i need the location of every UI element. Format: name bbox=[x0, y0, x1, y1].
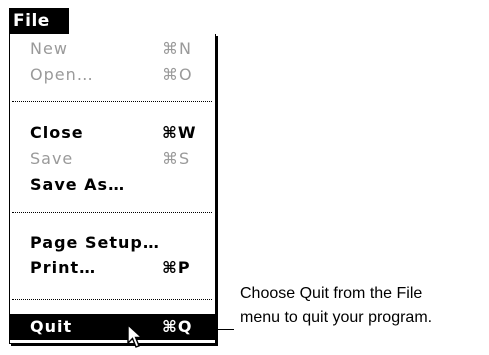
menu-item-label: Close bbox=[30, 123, 84, 142]
file-menu-title[interactable]: File bbox=[9, 8, 69, 34]
menu-item-quit[interactable]: Quit ⌘Q bbox=[10, 314, 215, 340]
menu-item-label: Save bbox=[30, 149, 74, 168]
menu-item-shortcut: ⌘O bbox=[162, 65, 193, 84]
arrow-pointer-icon bbox=[127, 324, 143, 348]
menu-item-shortcut: ⌘S bbox=[162, 149, 191, 168]
menu-item-page-setup[interactable]: Page Setup… bbox=[10, 230, 215, 256]
menu-item-open[interactable]: Open… ⌘O bbox=[10, 62, 215, 88]
menu-item-label: Save As… bbox=[30, 175, 126, 194]
menu-separator bbox=[12, 101, 212, 102]
menu-item-label: Quit bbox=[30, 317, 73, 336]
menu-item-close[interactable]: Close ⌘W bbox=[10, 120, 215, 146]
callout-leader-line bbox=[218, 329, 234, 330]
menu-item-save[interactable]: Save ⌘S bbox=[10, 146, 215, 172]
menu-item-shortcut: ⌘P bbox=[162, 258, 191, 277]
menu-item-shortcut: ⌘W bbox=[162, 123, 197, 142]
menu-item-label: Print… bbox=[30, 258, 97, 277]
file-menu-dropdown: New ⌘N Open… ⌘O Close ⌘W Save ⌘S Save As… bbox=[9, 34, 216, 344]
menu-item-shortcut: ⌘Q bbox=[162, 317, 193, 336]
menu-separator bbox=[12, 299, 212, 300]
menu-separator bbox=[12, 212, 212, 213]
menu-item-print[interactable]: Print… ⌘P bbox=[10, 255, 215, 281]
menu-item-label: Open… bbox=[30, 65, 94, 84]
callout-line-2: menu to quit your program. bbox=[240, 309, 433, 326]
callout-caption: Choose Quit from the File menu to quit y… bbox=[240, 282, 488, 330]
callout-line-1: Choose Quit from the File bbox=[240, 285, 423, 302]
menu-item-label: New bbox=[30, 39, 68, 58]
menu-item-label: Page Setup… bbox=[30, 233, 160, 252]
menu-item-save-as[interactable]: Save As… bbox=[10, 172, 215, 198]
menu-item-new[interactable]: New ⌘N bbox=[10, 36, 215, 62]
menu-item-shortcut: ⌘N bbox=[162, 39, 192, 58]
